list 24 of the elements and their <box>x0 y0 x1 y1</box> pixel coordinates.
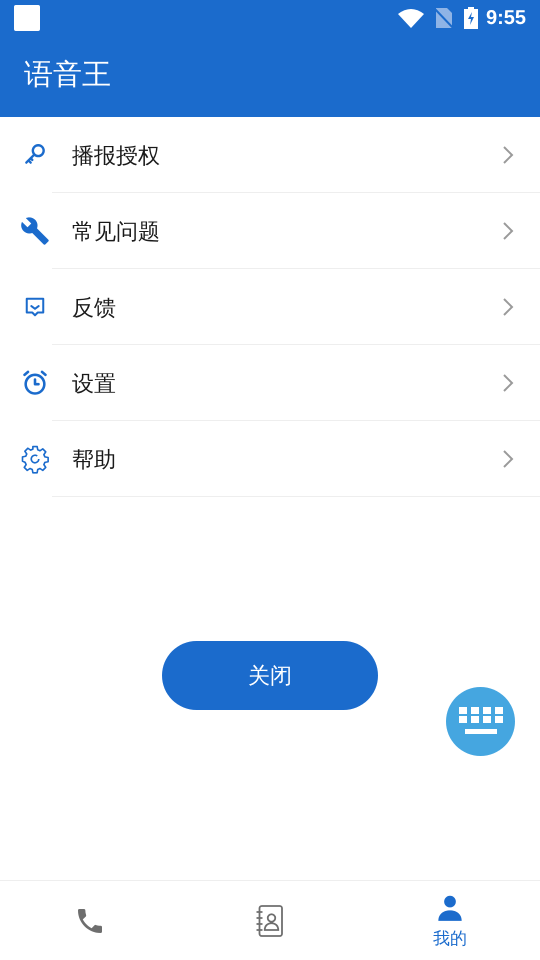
chevron-right-icon <box>502 145 514 165</box>
keyboard-icon <box>458 706 504 736</box>
chevron-right-icon <box>502 297 514 317</box>
person-icon <box>436 894 464 922</box>
battery-charging-icon <box>464 6 478 28</box>
chevron-right-icon <box>502 373 514 393</box>
no-sim-icon <box>434 6 454 28</box>
wrench-icon <box>20 216 50 246</box>
nav-tab[interactable]: 我的 <box>360 881 540 960</box>
message-icon <box>24 296 46 318</box>
wifi-icon <box>398 8 424 28</box>
status-time: 9:55 <box>486 6 526 30</box>
menu-item[interactable]: 帮助 <box>0 421 540 497</box>
chevron-right-icon <box>502 449 514 469</box>
alarm-clock-icon <box>21 369 49 397</box>
settings-icon <box>20 444 50 474</box>
menu-item[interactable]: 播报授权 <box>0 117 540 193</box>
menu-item[interactable]: 反馈 <box>0 269 540 345</box>
close-button[interactable]: 关闭 <box>162 641 378 710</box>
menu-item[interactable]: 常见问题 <box>0 193 540 269</box>
notification-icon <box>14 4 40 30</box>
app-title: 语音王 <box>24 58 111 94</box>
chevron-right-icon <box>502 221 514 241</box>
menu-item[interactable]: 设置 <box>0 345 540 421</box>
